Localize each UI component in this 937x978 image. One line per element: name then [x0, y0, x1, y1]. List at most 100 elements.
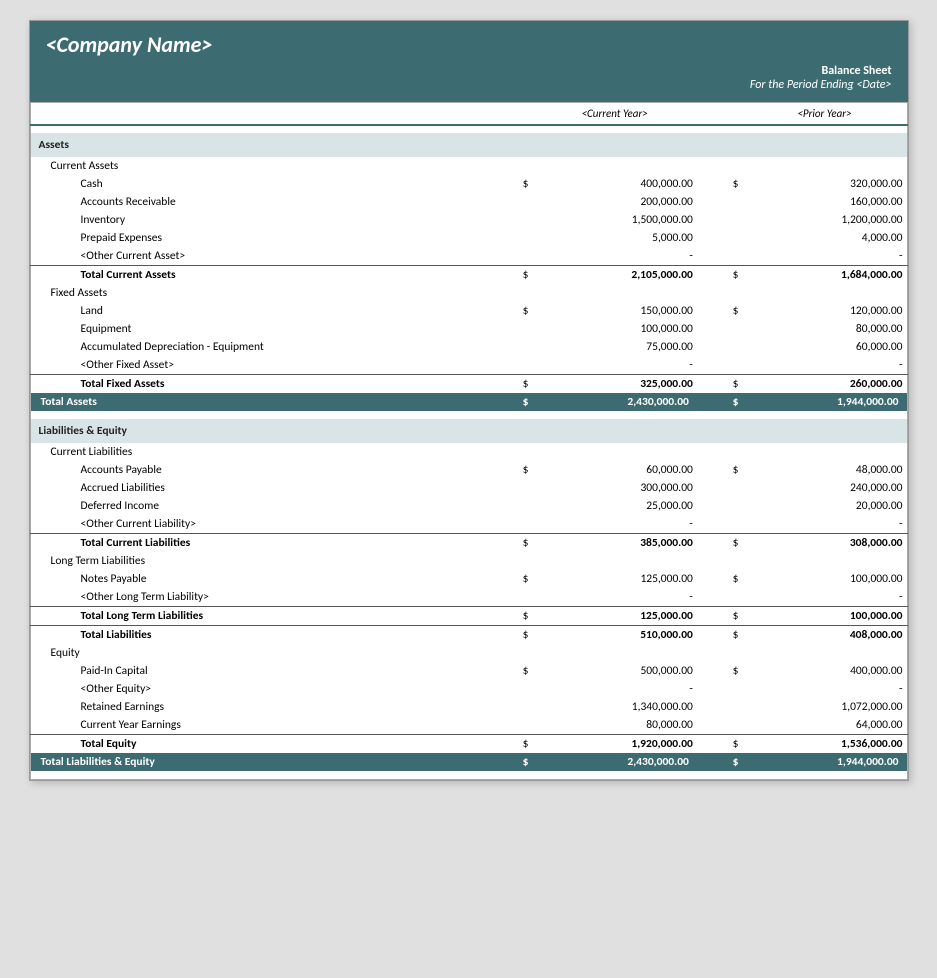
lt-liabilities-header-row: Long Term Liabilities	[30, 552, 907, 570]
other-equity-row: <Other Equity> - -	[30, 680, 907, 698]
total-current-liabilities-row: Total Current Liabilities $ 385,000.00 $…	[30, 534, 907, 553]
total-fa-sign-cy: $	[487, 375, 533, 394]
total-lt-liabilities-row: Total Long Term Liabilities $ 125,000.00…	[30, 607, 907, 626]
py-col-header: <Prior Year>	[743, 103, 907, 126]
report-title: Balance Sheet	[46, 64, 892, 78]
total-le-py: 1,944,000.00	[743, 753, 907, 771]
total-ca-label: Total Current Assets	[30, 266, 487, 285]
ap-sign-py: $	[697, 461, 743, 479]
ap-cy: 60,000.00	[532, 461, 696, 479]
cash-row: Cash $ 400,000.00 $ 320,000.00	[30, 175, 907, 193]
equity-header-row: Equity	[30, 644, 907, 662]
other-equity-label: <Other Equity>	[30, 680, 487, 698]
land-py: 120,000.00	[743, 302, 907, 320]
inventory-py: 1,200,000.00	[743, 211, 907, 229]
spacer-bottom	[30, 771, 907, 779]
cash-label: Cash	[30, 175, 487, 193]
header-top: <Company Name>	[30, 21, 908, 62]
land-label: Land	[30, 302, 487, 320]
other-fixed-asset-row: <Other Fixed Asset> - -	[30, 356, 907, 375]
ap-row: Accounts Payable $ 60,000.00 $ 48,000.00	[30, 461, 907, 479]
accum-dep-py: 60,000.00	[743, 338, 907, 356]
other-fa-label: <Other Fixed Asset>	[30, 356, 487, 375]
current-assets-label: Current Assets	[30, 157, 487, 175]
pic-cy: 500,000.00	[532, 662, 696, 680]
total-liabilities-row: Total Liabilities $ 510,000.00 $ 408,000…	[30, 626, 907, 645]
header-bottom: Balance Sheet For the Period Ending <Dat…	[30, 62, 908, 102]
inventory-cy: 1,500,000.00	[532, 211, 696, 229]
total-cl-sign-py: $	[697, 534, 743, 553]
sign-py-header	[697, 103, 743, 126]
total-equity-cy: 1,920,000.00	[532, 735, 696, 754]
ap-sign-cy: $	[487, 461, 533, 479]
ar-label: Accounts Receivable	[30, 193, 487, 211]
total-liabilities-sign-py: $	[697, 626, 743, 645]
total-fa-sign-py: $	[697, 375, 743, 394]
cash-py: 320,000.00	[743, 175, 907, 193]
report-subtitle: For the Period Ending <Date>	[46, 78, 892, 92]
total-cl-label: Total Current Liabilities	[30, 534, 487, 553]
other-ltl-py: -	[743, 588, 907, 607]
accrued-liabilities-row: Accrued Liabilities 300,000.00 240,000.0…	[30, 479, 907, 497]
prepaid-label: Prepaid Expenses	[30, 229, 487, 247]
other-ca-py: -	[743, 247, 907, 266]
total-le-cy: 2,430,000.00	[532, 753, 696, 771]
total-fa-label: Total Fixed Assets	[30, 375, 487, 394]
cash-sign-py: $	[697, 175, 743, 193]
other-equity-py: -	[743, 680, 907, 698]
fixed-assets-label: Fixed Assets	[30, 284, 487, 302]
other-cl-py: -	[743, 515, 907, 534]
total-equity-sign-cy: $	[487, 735, 533, 754]
cy-col-header: <Current Year>	[532, 103, 696, 126]
retained-earnings-label: Retained Earnings	[30, 698, 487, 716]
total-liabilities-equity-row: Total Liabilities & Equity $ 2,430,000.0…	[30, 753, 907, 771]
liabilities-equity-section-header: Liabilities & Equity	[30, 419, 907, 443]
total-assets-py: 1,944,000.00	[743, 393, 907, 411]
notes-payable-sign-py: $	[697, 570, 743, 588]
spacer-liabilities	[30, 411, 907, 419]
pic-sign-py: $	[697, 662, 743, 680]
paid-in-capital-label: Paid-In Capital	[30, 662, 487, 680]
accrued-liabilities-label: Accrued Liabilities	[30, 479, 487, 497]
sign-cy-header	[487, 103, 533, 126]
assets-section-header: Assets	[30, 133, 907, 157]
ar-row: Accounts Receivable 200,000.00 160,000.0…	[30, 193, 907, 211]
land-sign-cy: $	[487, 302, 533, 320]
total-cl-py: 308,000.00	[743, 534, 907, 553]
notes-payable-sign-cy: $	[487, 570, 533, 588]
prepaid-row: Prepaid Expenses 5,000.00 4,000.00	[30, 229, 907, 247]
total-equity-row: Total Equity $ 1,920,000.00 $ 1,536,000.…	[30, 735, 907, 754]
notes-payable-label: Notes Payable	[30, 570, 487, 588]
equipment-row: Equipment 100,000.00 80,000.00	[30, 320, 907, 338]
total-ltl-label: Total Long Term Liabilities	[30, 607, 487, 626]
accrued-liabilities-cy: 300,000.00	[532, 479, 696, 497]
paid-in-capital-row: Paid-In Capital $ 500,000.00 $ 400,000.0…	[30, 662, 907, 680]
total-assets-sign-cy: $	[487, 393, 533, 411]
ar-cy: 200,000.00	[532, 193, 696, 211]
total-le-sign-cy: $	[487, 753, 533, 771]
total-current-assets-row: Total Current Assets $ 2,105,000.00 $ 1,…	[30, 266, 907, 285]
land-row: Land $ 150,000.00 $ 120,000.00	[30, 302, 907, 320]
accrued-liabilities-py: 240,000.00	[743, 479, 907, 497]
notes-payable-cy: 125,000.00	[532, 570, 696, 588]
total-ltl-cy: 125,000.00	[532, 607, 696, 626]
notes-payable-py: 100,000.00	[743, 570, 907, 588]
accum-dep-label: Accumulated Depreciation - Equipment	[30, 338, 487, 356]
other-fa-cy: -	[532, 356, 696, 375]
total-equity-sign-py: $	[697, 735, 743, 754]
current-year-earnings-label: Current Year Earnings	[30, 716, 487, 735]
company-name: <Company Name>	[46, 31, 892, 58]
ap-py: 48,000.00	[743, 461, 907, 479]
total-ltl-sign-cy: $	[487, 607, 533, 626]
inventory-row: Inventory 1,500,000.00 1,200,000.00	[30, 211, 907, 229]
total-assets-sign-py: $	[697, 393, 743, 411]
balance-sheet-table: <Current Year> <Prior Year> Assets Curre…	[30, 102, 908, 780]
fixed-assets-header-row: Fixed Assets	[30, 284, 907, 302]
current-year-earnings-row: Current Year Earnings 80,000.00 64,000.0…	[30, 716, 907, 735]
other-ltl-cy: -	[532, 588, 696, 607]
retained-earnings-cy: 1,340,000.00	[532, 698, 696, 716]
other-ltl-label: <Other Long Term Liability>	[30, 588, 487, 607]
retained-earnings-py: 1,072,000.00	[743, 698, 907, 716]
current-liabilities-label: Current Liabilities	[30, 443, 487, 461]
deferred-income-cy: 25,000.00	[532, 497, 696, 515]
